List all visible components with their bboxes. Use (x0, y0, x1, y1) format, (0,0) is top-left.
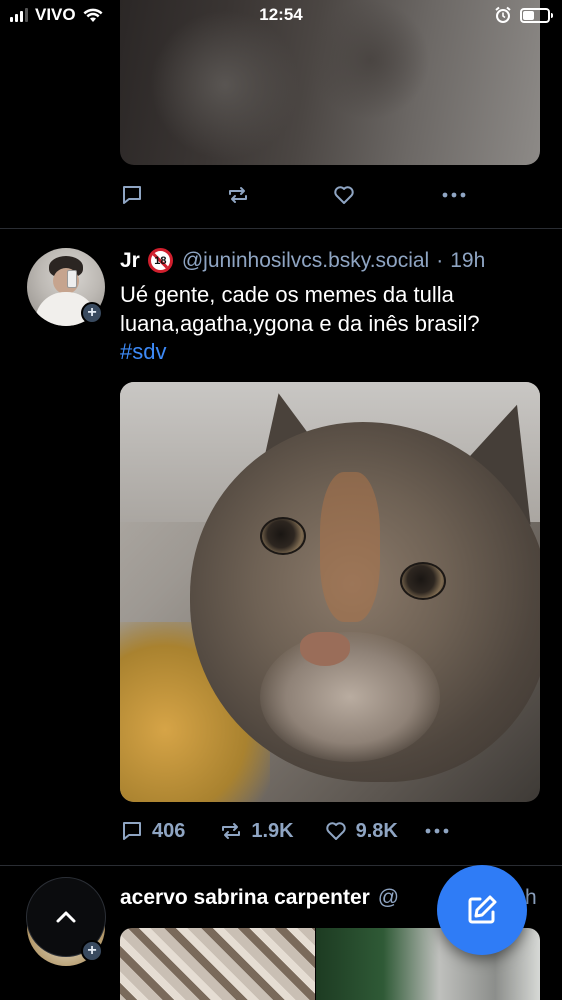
status-time: 12:54 (259, 5, 303, 24)
post-text: Ué gente, cade os memes da tulla luana,a… (120, 282, 480, 336)
next-post-image-1[interactable] (120, 928, 315, 1000)
next-author-handle[interactable]: @ (378, 886, 399, 909)
like-count: 9.8K (355, 819, 398, 842)
reply-button[interactable]: 406 (120, 819, 185, 843)
follow-plus-icon[interactable]: + (81, 940, 103, 962)
post-header: Jr 18 @juninhosilvcs.bsky.social · 19h (120, 248, 540, 273)
like-button[interactable]: 9.8K (324, 819, 398, 843)
like-button[interactable] (332, 183, 356, 207)
repost-button[interactable]: 1.9K (219, 819, 294, 843)
like-icon (325, 822, 346, 840)
hashtag-link[interactable]: #sdv (120, 339, 166, 365)
reply-button[interactable] (120, 183, 144, 207)
post-divider (0, 228, 562, 229)
repost-icon (229, 187, 247, 203)
more-icon (425, 828, 449, 834)
prev-post-actions (120, 180, 467, 210)
repost-button[interactable] (226, 183, 250, 207)
compose-button[interactable] (437, 865, 527, 955)
reply-icon (123, 186, 141, 204)
more-button[interactable] (441, 183, 467, 207)
author-handle[interactable]: @juninhosilvcs.bsky.social (182, 249, 429, 273)
more-icon (442, 192, 466, 198)
status-right (494, 6, 553, 24)
more-button[interactable] (424, 819, 450, 843)
chevron-up-icon (56, 911, 76, 923)
follow-plus-icon[interactable]: + (81, 302, 103, 324)
repost-count: 1.9K (251, 819, 294, 842)
post-time[interactable]: 19h (450, 249, 485, 273)
reply-icon (123, 822, 141, 840)
compose-icon (468, 895, 497, 924)
repost-icon (222, 823, 241, 839)
like-icon (334, 186, 354, 204)
next-author-name[interactable]: acervo sabrina carpenter (120, 886, 370, 909)
status-bar: VIVO 12:54 (0, 0, 562, 30)
post-actions: 406 1.9K 9.8K (120, 816, 450, 846)
header-separator: · (436, 248, 444, 272)
reply-count: 406 (152, 819, 186, 842)
post-image[interactable] (120, 382, 540, 802)
age-restricted-icon: 18 (147, 248, 173, 273)
author-name[interactable]: Jr (120, 249, 140, 273)
battery-icon (520, 7, 553, 23)
alarm-icon (495, 6, 511, 23)
next-post-header: acervo sabrina carpenter @ (120, 886, 399, 910)
